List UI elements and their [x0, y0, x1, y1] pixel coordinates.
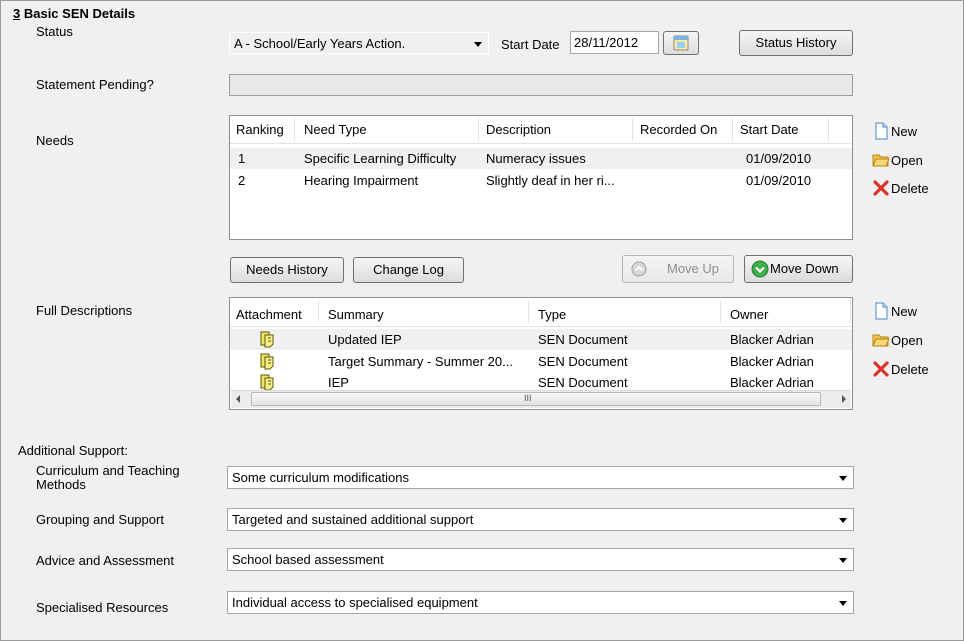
cell-description: Slightly deaf in her ri... [486, 173, 615, 188]
status-select-value: A - School/Early Years Action. [234, 36, 406, 51]
move-up-label: Move Up [667, 261, 720, 276]
full-descriptions-table[interactable]: Attachment Summary Type Owner Updated IE… [229, 297, 853, 410]
status-history-button[interactable]: Status History [739, 30, 853, 56]
grouping-value: Targeted and sustained additional suppor… [232, 512, 474, 527]
cell-summary: Target Summary - Summer 20... [328, 354, 513, 369]
full-descriptions-header: Attachment Summary Type Owner [230, 298, 852, 327]
scroll-grip: III [524, 393, 532, 403]
new-document-icon [875, 302, 888, 320]
col-description[interactable]: Description [486, 122, 551, 137]
move-down-label: Move Down [770, 261, 839, 276]
delete-x-icon [873, 361, 889, 377]
move-down-button[interactable]: Move Down [744, 255, 853, 283]
table-row[interactable]: Updated IEP SEN Document Blacker Adrian [230, 329, 852, 350]
advice-select[interactable]: School based assessment [227, 548, 854, 571]
descriptions-open-label: Open [891, 333, 923, 348]
col-start-date[interactable]: Start Date [740, 122, 799, 137]
cell-type: SEN Document [538, 332, 628, 347]
needs-table-header: Ranking Need Type Description Recorded O… [230, 116, 852, 144]
advice-value: School based assessment [232, 552, 384, 567]
scroll-right-icon[interactable] [842, 395, 846, 403]
delete-x-icon [873, 180, 889, 196]
col-summary[interactable]: Summary [328, 307, 384, 322]
statement-pending-label: Statement Pending? [36, 77, 154, 92]
scroll-left-icon[interactable] [236, 395, 240, 403]
status-label: Status [36, 24, 73, 39]
descriptions-delete-label: Delete [891, 362, 929, 377]
horizontal-scrollbar[interactable]: III [231, 390, 851, 408]
needs-label: Needs [36, 133, 74, 148]
grouping-select[interactable]: Targeted and sustained additional suppor… [227, 508, 854, 531]
cell-need-type: Hearing Impairment [304, 173, 419, 188]
cell-owner: Blacker Adrian [730, 332, 814, 347]
cell-summary: IEP [328, 375, 349, 390]
resources-select[interactable]: Individual access to specialised equipme… [227, 591, 854, 614]
needs-new-label: New [891, 124, 918, 139]
move-up-button[interactable]: Move Up [622, 255, 734, 283]
curriculum-label: Curriculum and Teaching Methods [36, 463, 180, 492]
needs-table[interactable]: Ranking Need Type Description Recorded O… [229, 115, 853, 240]
needs-delete-label: Delete [891, 181, 929, 196]
cell-need-type: Specific Learning Difficulty [304, 151, 457, 166]
additional-support-label: Additional Support: [18, 443, 128, 458]
new-document-icon [875, 122, 888, 140]
chevron-down-icon [474, 42, 482, 47]
descriptions-new-label: New [891, 304, 918, 319]
move-up-arrow-icon [631, 261, 647, 277]
chevron-down-icon [839, 476, 847, 481]
resources-label: Specialised Resources [36, 600, 169, 615]
start-date-field[interactable]: 28/11/2012 [570, 31, 659, 54]
cell-type: SEN Document [538, 375, 628, 390]
chevron-down-icon [839, 601, 847, 606]
section-header: 3 Basic SEN Details [13, 6, 135, 21]
table-row[interactable]: 1 Specific Learning Difficulty Numeracy … [230, 148, 852, 169]
open-folder-icon [872, 154, 890, 167]
statement-pending-field[interactable] [229, 74, 853, 96]
grouping-label: Grouping and Support [36, 512, 164, 527]
resources-value: Individual access to specialised equipme… [232, 595, 478, 610]
attachment-icon [260, 374, 274, 391]
full-descriptions-label: Full Descriptions [36, 303, 133, 318]
advice-label: Advice and Assessment [36, 553, 175, 568]
cell-ranking: 2 [238, 173, 246, 188]
move-down-arrow-icon [751, 260, 769, 278]
col-owner[interactable]: Owner [730, 307, 768, 322]
cell-start-date: 01/09/2010 [746, 151, 812, 166]
change-log-button[interactable]: Change Log [353, 257, 464, 283]
chevron-down-icon [839, 518, 847, 523]
calendar-icon [673, 35, 689, 51]
attachment-icon [260, 331, 274, 348]
col-need-type[interactable]: Need Type [304, 122, 367, 137]
cell-summary: Updated IEP [328, 332, 402, 347]
scroll-thumb[interactable]: III [251, 392, 821, 406]
table-row[interactable]: 2 Hearing Impairment Slightly deaf in he… [230, 170, 852, 191]
start-date-label: Start Date [501, 37, 560, 52]
needs-open-label: Open [891, 153, 923, 168]
cell-start-date: 01/09/2010 [746, 173, 812, 188]
col-recorded-on[interactable]: Recorded On [640, 122, 717, 137]
cell-description: Numeracy issues [486, 151, 586, 166]
section-title: Basic SEN Details [20, 6, 136, 21]
col-attachment[interactable]: Attachment [236, 307, 302, 322]
open-folder-icon [872, 334, 890, 347]
col-type[interactable]: Type [538, 307, 566, 322]
calendar-button[interactable] [663, 31, 699, 55]
needs-history-button[interactable]: Needs History [230, 257, 344, 283]
chevron-down-icon [839, 558, 847, 563]
start-date-value: 28/11/2012 [574, 35, 639, 50]
cell-type: SEN Document [538, 354, 628, 369]
col-ranking[interactable]: Ranking [236, 122, 284, 137]
curriculum-value: Some curriculum modifications [232, 470, 410, 485]
table-row[interactable]: Target Summary - Summer 20... SEN Docume… [230, 351, 852, 372]
attachment-icon [260, 353, 274, 370]
cell-owner: Blacker Adrian [730, 354, 814, 369]
sen-details-panel: 3 Basic SEN Details Status A - School/Ea… [0, 0, 964, 641]
cell-ranking: 1 [238, 151, 246, 166]
cell-owner: Blacker Adrian [730, 375, 814, 390]
curriculum-select[interactable]: Some curriculum modifications [227, 466, 854, 489]
status-select[interactable]: A - School/Early Years Action. [229, 32, 489, 54]
